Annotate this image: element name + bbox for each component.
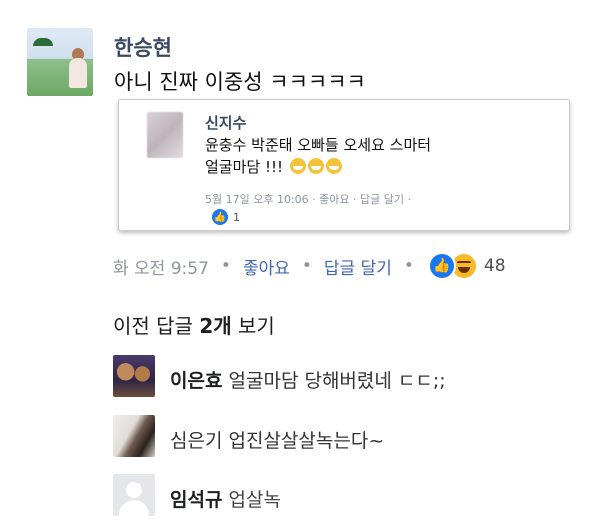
avatar-body — [69, 58, 87, 88]
silhouette-head — [126, 482, 142, 498]
embedded-text-line-2-words: 얼굴마담 !!! — [205, 158, 284, 176]
reply-item: 이은효 얼굴마담 당해버렸네 ㄷㄷ;; — [170, 366, 446, 393]
embedded-text-line-2: 얼굴마담 !!! — [205, 156, 535, 178]
like-reaction-icon: 👍 — [427, 252, 456, 280]
reply-text: 업살녹 — [228, 489, 281, 511]
reply-author[interactable]: 임석규 — [170, 489, 222, 511]
reaction-summary[interactable]: 👍 48 — [427, 252, 506, 280]
embedded-avatar-blurred — [147, 112, 183, 158]
umbrella-shape — [33, 38, 53, 46]
embedded-comment-text: 윤충수 박준태 오빠들 오세요 스마터 얼굴마담 !!! — [205, 134, 535, 178]
embedded-like-number: 1 — [233, 210, 240, 224]
separator-dot: • — [403, 256, 414, 276]
reply-text: 심은기 업진살살살녹는다~ — [170, 430, 385, 452]
thumbs-up-icon: 👍 — [212, 209, 228, 225]
laughing-emoji-icon — [307, 158, 324, 174]
separator-dot: · — [407, 193, 412, 206]
reply-author[interactable]: 이은효 — [170, 370, 222, 392]
separator-dot: • — [220, 256, 231, 276]
comment-meta-row: 화 오전 9:57 • 좋아요 • 답글 달기 • 👍 48 — [113, 252, 506, 280]
default-avatar-icon[interactable] — [113, 474, 155, 516]
separator-dot: • — [301, 256, 312, 276]
comment-text: 아니 진짜 이중성 ㅋㅋㅋㅋㅋ — [114, 70, 366, 94]
reply-avatar[interactable] — [113, 415, 155, 457]
commenter-name[interactable]: 한승현 — [114, 32, 172, 62]
reaction-count: 48 — [483, 256, 506, 276]
embedded-like-link: 좋아요 — [319, 193, 350, 206]
laughing-emoji-icon — [289, 158, 306, 174]
laughing-emoji-icon — [325, 158, 342, 174]
prev-replies-count: 2개 — [199, 314, 232, 338]
embedded-meta-row: 5월 17일 오후 10:06 · 좋아요 · 답글 달기 · — [205, 191, 411, 207]
embedded-timestamp: 5월 17일 오후 10:06 — [205, 193, 309, 206]
embedded-reply-link: 답글 달기 — [360, 193, 405, 206]
silhouette-body — [119, 500, 149, 516]
commenter-avatar[interactable] — [27, 28, 93, 96]
reply-text: 얼굴마담 당해버렸네 ㄷㄷ;; — [228, 370, 446, 392]
reply-item: 심은기 업진살살살녹는다~ — [170, 426, 384, 453]
like-button[interactable]: 좋아요 — [243, 254, 290, 279]
reply-item: 임석규 업살녹 — [170, 485, 281, 512]
prev-replies-pre: 이전 답글 — [113, 314, 200, 338]
embedded-author-name: 신지수 — [205, 114, 247, 132]
prev-replies-post: 보기 — [231, 314, 275, 338]
view-previous-replies-link[interactable]: 이전 답글 2개 보기 — [113, 310, 275, 339]
reply-avatar[interactable] — [113, 355, 155, 397]
separator-dot: · — [353, 193, 361, 206]
embedded-like-count: 👍 1 — [212, 209, 240, 225]
embedded-text-line-1: 윤충수 박준태 오빠들 오세요 스마터 — [205, 136, 432, 154]
reply-button[interactable]: 답글 달기 — [324, 254, 392, 279]
comment-timestamp[interactable]: 화 오전 9:57 — [113, 254, 209, 279]
